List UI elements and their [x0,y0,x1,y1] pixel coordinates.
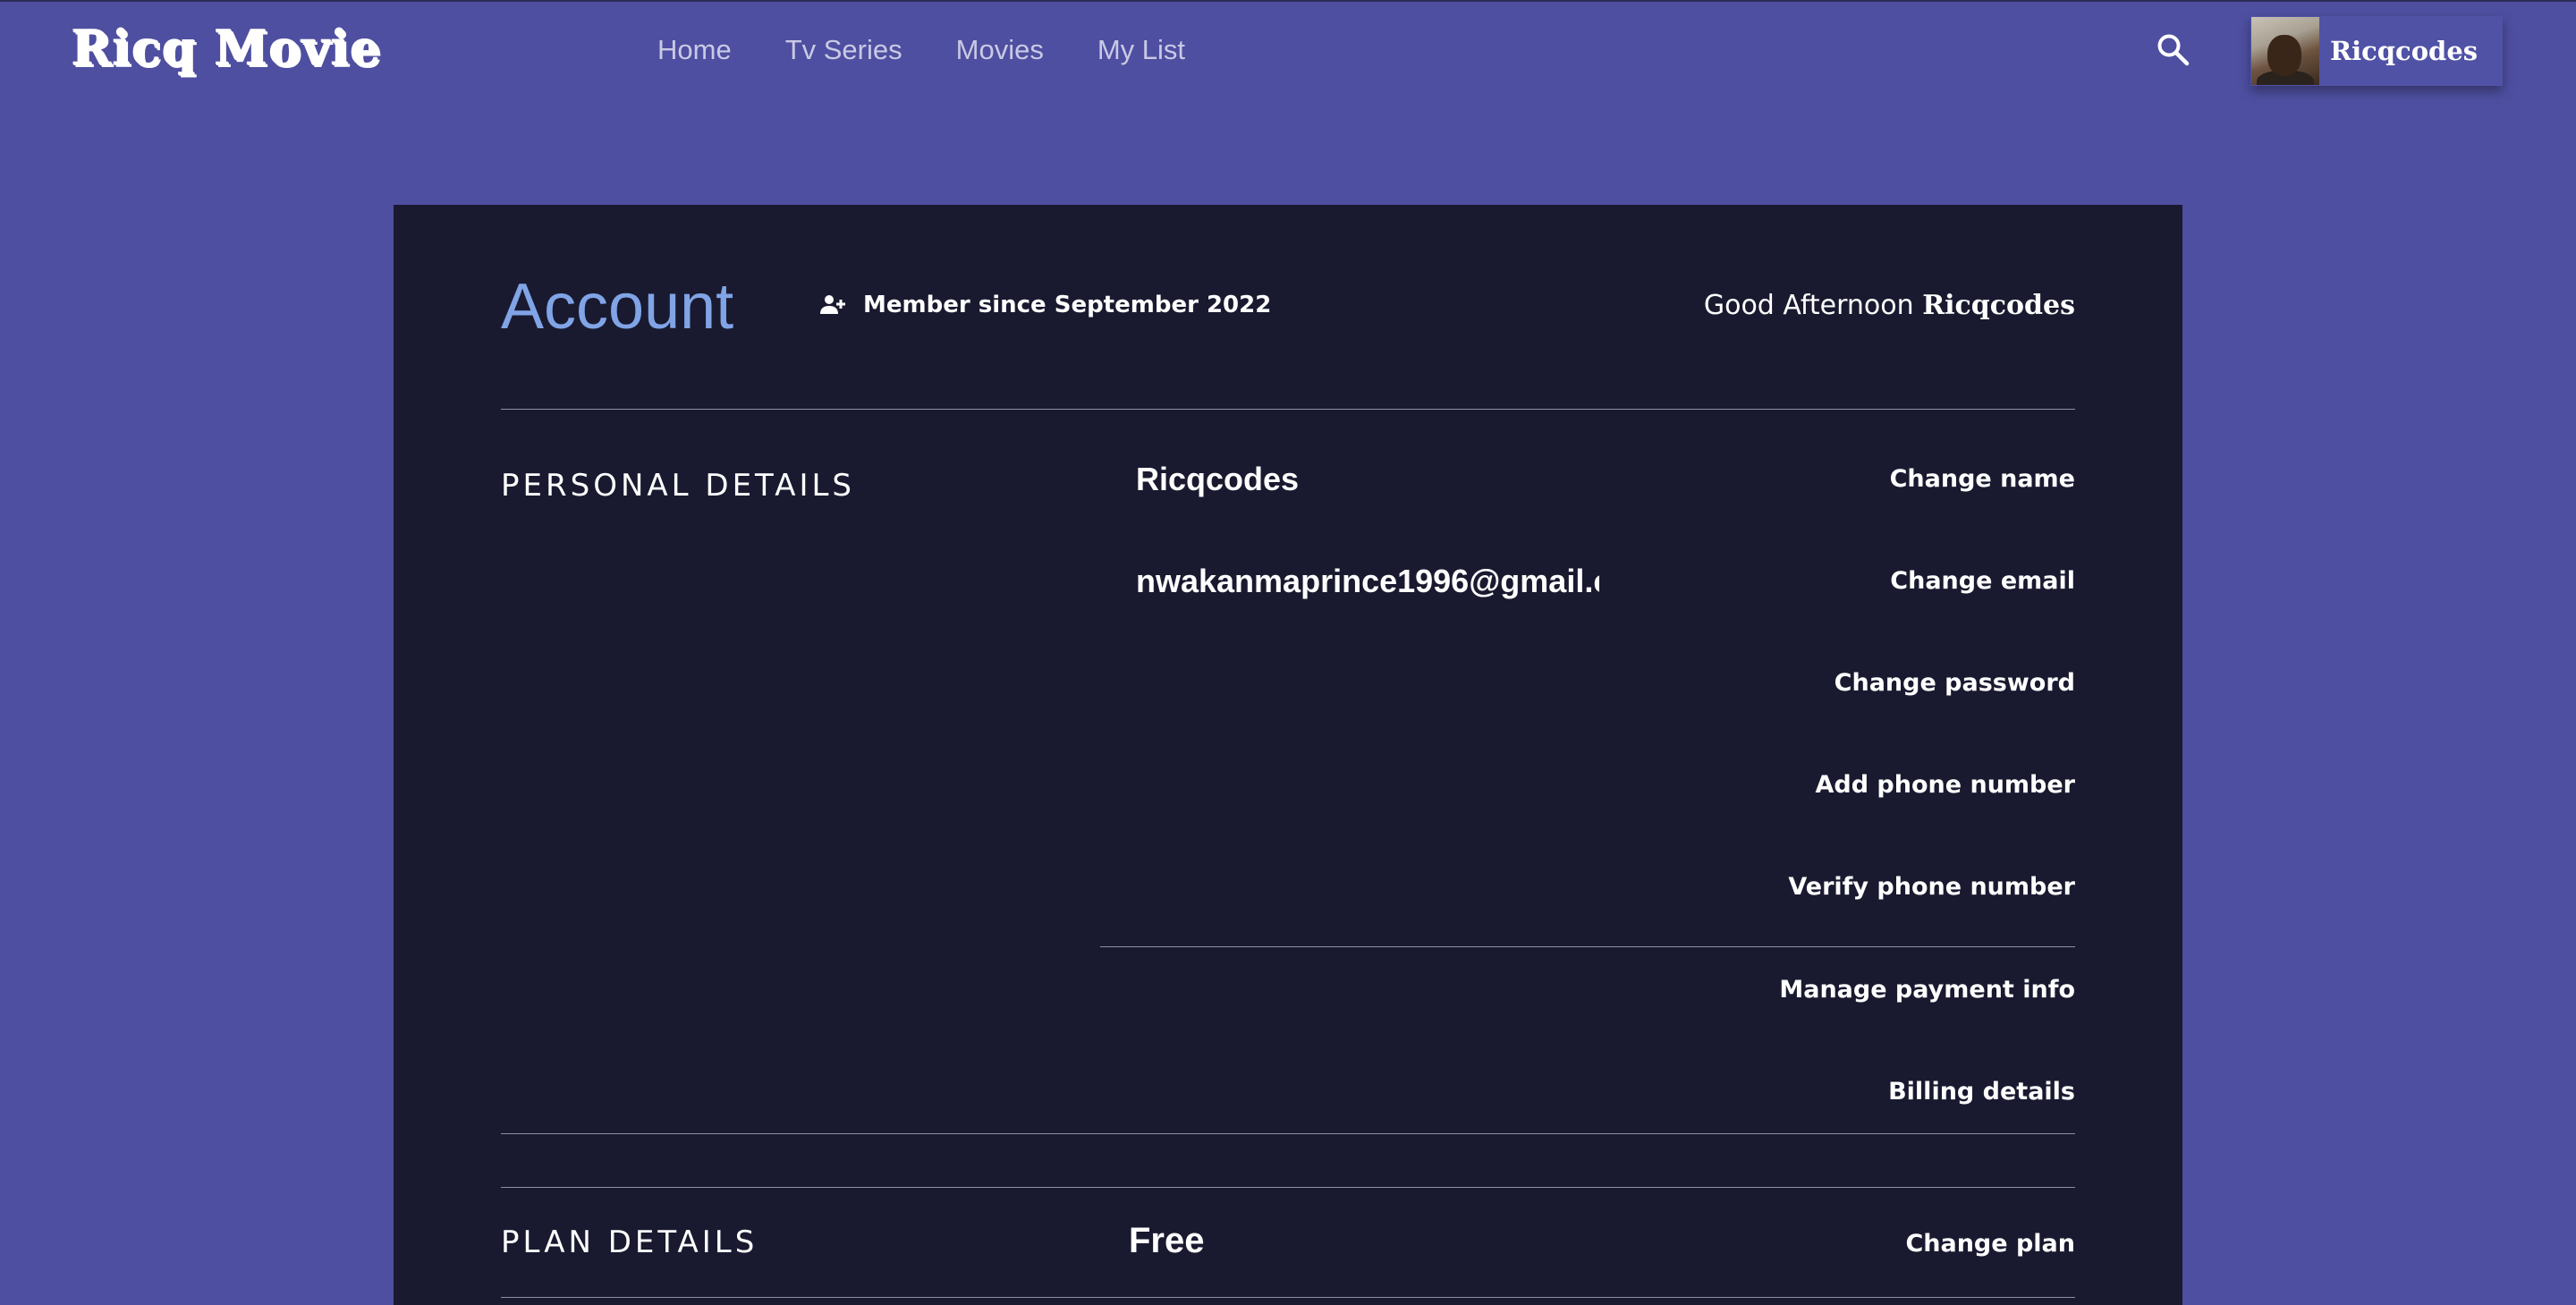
greeting-prefix: Good Afternoon [1703,290,1914,321]
profile-name: Ricqcodes [2330,36,2479,66]
change-name-link[interactable]: Change name [1890,465,2075,493]
account-panel: Account Member since September 2022 Good… [394,205,2182,1305]
divider [501,1133,2075,1134]
member-since: Member since September 2022 [818,291,1271,319]
search-icon[interactable] [2156,32,2191,68]
nav-tv-series[interactable]: Tv Series [785,34,902,66]
nav-my-list[interactable]: My List [1097,34,1185,66]
account-email-value: nwakanmaprince1996@gmail.com [1136,563,1599,599]
personal-details-label: PERSONAL DETAILS [501,468,855,504]
divider [501,1297,2075,1298]
verify-phone-link[interactable]: Verify phone number [1788,873,2075,901]
avatar [2251,17,2319,85]
top-border [0,0,2576,2]
page-title: Account [501,271,734,343]
plan-value: Free [1129,1221,1205,1260]
person-add-icon [820,295,845,314]
change-email-link[interactable]: Change email [1890,567,2075,595]
profile-menu[interactable]: Ricqcodes [2250,16,2503,86]
change-password-link[interactable]: Change password [1835,669,2075,697]
member-since-text: Member since September 2022 [863,292,1272,318]
add-phone-link[interactable]: Add phone number [1815,771,2075,799]
greeting: Good Afternoon Ricqcodes [1704,290,2075,321]
greeting-name: Ricqcodes [1922,290,2075,321]
main-nav: Home Tv Series Movies My List [657,34,1185,66]
plan-details-label: PLAN DETAILS [501,1224,758,1260]
change-plan-link[interactable]: Change plan [1905,1230,2075,1258]
billing-details-link[interactable]: Billing details [1888,1078,2075,1106]
divider [501,1187,2075,1188]
nav-movies[interactable]: Movies [956,34,1044,66]
account-name-value: Ricqcodes [1136,461,1300,497]
nav-home[interactable]: Home [657,34,732,66]
divider [501,409,2075,410]
brand-logo[interactable]: Ricq Movie [72,20,382,77]
divider [1100,946,2075,947]
manage-payment-link[interactable]: Manage payment info [1779,976,2075,1004]
